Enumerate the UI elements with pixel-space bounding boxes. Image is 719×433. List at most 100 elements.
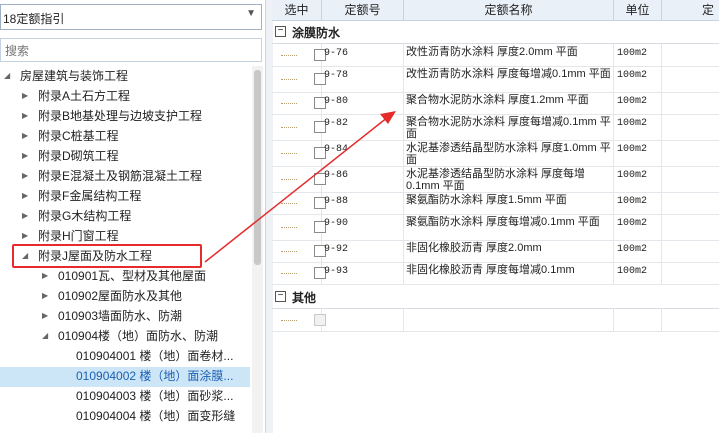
tree-item[interactable]: ▶ 010902屋面防水及其他 (42, 286, 182, 306)
quota-unit: 100m2 (614, 44, 662, 66)
tree-item[interactable]: ▶ 附录G木结构工程 (22, 206, 131, 226)
group-row-other[interactable]: − 其他 (272, 286, 719, 309)
quota-code: 9-78 (322, 66, 404, 92)
quota-name (404, 309, 614, 331)
collapse-icon[interactable]: − (275, 291, 286, 302)
header-more: 定 (662, 0, 719, 20)
quota-unit: 100m2 (614, 240, 662, 262)
quota-name: 非固化橡胶沥青 厚度每增减0.1mm (404, 262, 614, 284)
tree-line (281, 251, 297, 252)
quota-name: 聚合物水泥防水涂料 厚度每增减0.1mm 平面 (404, 114, 614, 140)
quota-unit: 100m2 (614, 214, 662, 240)
table-header: 选中 定额号 定额名称 单位 定 (272, 0, 719, 21)
select-cell (272, 214, 326, 240)
quota-name: 水泥基渗透结晶型防水涂料 厚度每增 0.1mm 平面 (404, 166, 614, 192)
tree-item[interactable]: 010904002 楼（地）面涂膜... (62, 366, 233, 386)
select-cell (272, 166, 326, 192)
quota-unit: 100m2 (614, 166, 662, 192)
search-input[interactable] (3, 40, 247, 62)
table-row[interactable]: 9-93 非固化橡胶沥青 厚度每增减0.1mm 100m2 (272, 262, 719, 285)
tree-item[interactable]: 010904003 楼（地）面砂浆... (62, 386, 233, 406)
tree-line (281, 79, 297, 80)
tree-item-label: 010904001 楼（地）面卷材... (76, 349, 234, 363)
extra-cell (662, 114, 719, 140)
search-box[interactable] (0, 38, 262, 62)
collapsed-arrow-icon[interactable]: ▶ (22, 186, 32, 206)
quota-unit: 100m2 (614, 66, 662, 92)
tree-line (281, 127, 297, 128)
tree-item[interactable]: 010904004 楼（地）面变形缝 (62, 406, 235, 426)
table-row[interactable]: 9-90 聚氨酯防水涂料 厚度每增减0.1mm 平面 100m2 (272, 214, 719, 241)
tree-item[interactable]: ▶ 附录H门窗工程 (22, 226, 119, 246)
annotation-highlight-box (12, 244, 202, 268)
extra-cell (662, 44, 719, 66)
tree-item[interactable]: 010904001 楼（地）面卷材... (62, 346, 233, 366)
extra-cell (662, 166, 719, 192)
quota-code: 9-93 (322, 262, 404, 284)
collapsed-arrow-icon[interactable]: ▶ (42, 286, 52, 306)
quota-code: 9-92 (322, 240, 404, 262)
tree-item-label: 附录C桩基工程 (38, 129, 119, 143)
tree-line (281, 179, 297, 180)
group-title: 涂膜防水 (292, 26, 341, 40)
collapsed-arrow-icon[interactable]: ▶ (22, 86, 32, 106)
tree-item[interactable]: ◢ 010904楼（地）面防水、防潮 (42, 326, 218, 346)
table-row[interactable]: 9-92 非固化橡胶沥青 厚度2.0mm 100m2 (272, 240, 719, 263)
expanded-arrow-icon[interactable]: ◢ (42, 326, 52, 346)
quota-name: 聚氨酯防水涂料 厚度每增减0.1mm 平面 (404, 214, 614, 240)
tree-item[interactable]: ◢ 房屋建筑与装饰工程 (4, 66, 128, 86)
collapsed-arrow-icon[interactable]: ▶ (22, 146, 32, 166)
table-row[interactable]: 9-80 聚合物水泥防水涂料 厚度1.2mm 平面 100m2 (272, 92, 719, 115)
tree-item[interactable]: ▶ 010901瓦、型材及其他屋面 (42, 266, 206, 286)
select-cell (272, 240, 326, 262)
table-row[interactable] (272, 309, 719, 332)
extra-cell (662, 140, 719, 166)
tree-line (281, 55, 297, 56)
quota-code (322, 309, 404, 331)
collapsed-arrow-icon[interactable]: ▶ (42, 306, 52, 326)
quota-name: 非固化橡胶沥青 厚度2.0mm (404, 240, 614, 262)
quota-guide-dropdown[interactable]: 18定额指引 ▼ (0, 4, 262, 30)
table-row[interactable]: 9-88 聚氨酯防水涂料 厚度1.5mm 平面 100m2 (272, 192, 719, 215)
tree-item-label: 010904003 楼（地）面砂浆... (76, 389, 234, 403)
table-row[interactable]: 9-78 改性沥青防水涂料 厚度每增减0.1mm 平面 100m2 (272, 66, 719, 93)
tree-item[interactable]: ▶ 附录B地基处理与边坡支护工程 (22, 106, 202, 126)
quota-unit: 100m2 (614, 262, 662, 284)
collapsed-arrow-icon[interactable]: ▶ (22, 126, 32, 146)
table-row[interactable]: 9-84 水泥基渗透结晶型防水涂料 厚度1.0mm 平面 100m2 (272, 140, 719, 167)
tree-item[interactable]: ▶ 附录F金属结构工程 (22, 186, 141, 206)
tree-item[interactable]: ▶ 附录D砌筑工程 (22, 146, 119, 166)
collapsed-arrow-icon[interactable]: ▶ (22, 166, 32, 186)
collapsed-arrow-icon[interactable]: ▶ (22, 206, 32, 226)
select-cell (272, 309, 326, 331)
tree-item[interactable]: ▶ 附录E混凝土及钢筋混凝土工程 (22, 166, 202, 186)
quota-code: 9-80 (322, 92, 404, 114)
select-cell (272, 66, 326, 92)
tree-item-label: 附录F金属结构工程 (38, 189, 142, 203)
select-cell (272, 262, 326, 284)
collapsed-arrow-icon[interactable]: ▶ (22, 226, 32, 246)
tree-item[interactable]: ▶ 附录A土石方工程 (22, 86, 130, 106)
extra-cell (662, 240, 719, 262)
expanded-arrow-icon[interactable]: ◢ (4, 66, 14, 86)
collapsed-arrow-icon[interactable]: ▶ (42, 266, 52, 286)
select-cell (272, 92, 326, 114)
collapse-icon[interactable]: − (275, 26, 286, 37)
tree-line (281, 153, 297, 154)
tree-line (281, 320, 297, 321)
tree-item-label: 010904002 楼（地）面涂膜... (76, 369, 234, 383)
scrollbar-thumb[interactable] (254, 70, 261, 265)
table-row[interactable]: 9-86 水泥基渗透结晶型防水涂料 厚度每增 0.1mm 平面 100m2 (272, 166, 719, 193)
group-row-coating[interactable]: − 涂膜防水 (272, 21, 719, 44)
collapsed-arrow-icon[interactable]: ▶ (22, 106, 32, 126)
quota-name: 聚氨酯防水涂料 厚度1.5mm 平面 (404, 192, 614, 214)
tree-item[interactable]: ▶ 附录C桩基工程 (22, 126, 119, 146)
tree-item-label: 附录G木结构工程 (38, 209, 132, 223)
tree-item[interactable]: ▶ 010903墙面防水、防潮 (42, 306, 182, 326)
quota-name: 水泥基渗透结晶型防水涂料 厚度1.0mm 平面 (404, 140, 614, 166)
tree-scrollbar[interactable] (252, 66, 263, 433)
table-row[interactable]: 9-82 聚合物水泥防水涂料 厚度每增减0.1mm 平面 100m2 (272, 114, 719, 141)
tree-item-label: 附录E混凝土及钢筋混凝土工程 (38, 169, 203, 183)
tree-item-label: 010904004 楼（地）面变形缝 (76, 409, 236, 423)
table-row[interactable]: 9-76 改性沥青防水涂料 厚度2.0mm 平面 100m2 (272, 44, 719, 67)
